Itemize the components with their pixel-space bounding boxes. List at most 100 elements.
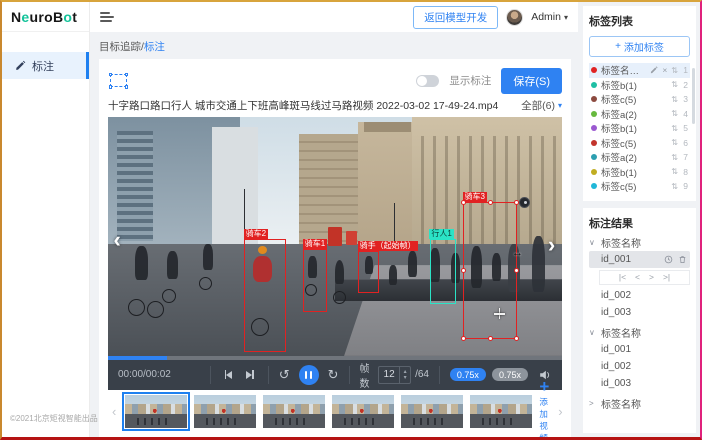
speed-pill-active[interactable]: 0.75x xyxy=(450,368,486,381)
annotation-results-card: 标注结果 ∨标签名称 id_001 |< < > >| id_002 id_00… xyxy=(583,208,696,434)
annotation-box[interactable]: 骑手（起始帧） xyxy=(358,251,379,293)
nav-next-button[interactable]: > xyxy=(649,272,654,282)
sidebar: NeuroBot 标注 ©2021北京矩视智能出品 xyxy=(2,2,90,437)
tag-name: 标签c(5) xyxy=(601,136,667,150)
sort-updown-icon[interactable]: ⇅ xyxy=(671,153,678,162)
delete-tag-icon[interactable]: × xyxy=(662,65,667,75)
sort-updown-icon[interactable]: ⇅ xyxy=(671,167,678,176)
scene-person xyxy=(335,260,344,284)
resize-handle[interactable] xyxy=(488,336,493,341)
scene-bus xyxy=(328,227,342,246)
video-thumbnail-selected[interactable] xyxy=(125,395,187,428)
sidebar-item-annotate[interactable]: 标注 xyxy=(2,52,89,79)
speed-pill-secondary[interactable]: 0.75x xyxy=(492,368,528,381)
filter-dropdown[interactable]: 全部(6)▾ xyxy=(521,98,562,113)
tag-list-item[interactable]: 标签c(5) ⇅ 9 xyxy=(589,179,690,194)
tag-color-dot xyxy=(591,111,597,117)
forward-10-icon[interactable]: ↻ xyxy=(328,368,339,381)
video-thumbnail[interactable] xyxy=(470,395,532,428)
avatar[interactable] xyxy=(506,9,523,26)
annotation-box[interactable]: 行人1 xyxy=(430,239,456,304)
frame-number-value[interactable]: 12 xyxy=(379,369,399,380)
annotation-box-selected[interactable]: 骑车3 xyxy=(463,202,517,340)
playback-group: ↺ ↻ xyxy=(279,365,339,385)
sort-updown-icon[interactable]: ⇅ xyxy=(671,124,678,133)
pause-button[interactable] xyxy=(299,365,319,385)
tag-list-item[interactable]: 标签a(2) ⇅ 7 xyxy=(589,150,690,165)
frame-number-input[interactable]: 12 ▴▾ xyxy=(378,366,411,384)
resize-handle[interactable] xyxy=(461,200,466,205)
back-to-model-dev-button[interactable]: 返回模型开发 xyxy=(413,6,498,29)
tag-shortcut: 1 xyxy=(682,65,688,75)
resize-handle[interactable] xyxy=(514,200,519,205)
tag-list-item[interactable]: 标签c(5) ⇅ 6 xyxy=(589,136,690,151)
result-item[interactable]: id_002 xyxy=(589,287,690,304)
result-item[interactable]: id_002 xyxy=(589,358,690,375)
scene-bike-wheel xyxy=(147,301,164,318)
logo-part: t xyxy=(72,9,77,25)
add-video-button[interactable]: + 添加视频 xyxy=(539,392,549,430)
tag-shortcut: 5 xyxy=(682,123,688,133)
bounding-box-tool-icon[interactable] xyxy=(110,74,127,87)
edit-tag-icon[interactable] xyxy=(650,66,658,74)
menu-collapse-icon[interactable] xyxy=(100,12,114,22)
resize-handle[interactable] xyxy=(488,200,493,205)
frame-stepper[interactable]: ▴▾ xyxy=(399,367,410,383)
annotation-box[interactable]: 骑车2 xyxy=(244,239,286,352)
nav-first-button[interactable]: |< xyxy=(619,272,626,282)
result-group-header[interactable]: ∨标签名称 xyxy=(589,234,690,251)
sort-updown-icon[interactable]: ⇅ xyxy=(671,138,678,147)
tag-list-item[interactable]: 标签b(1) ⇅ 2 xyxy=(589,78,690,93)
result-item-selected[interactable]: id_001 xyxy=(589,251,690,268)
result-item[interactable]: id_003 xyxy=(589,375,690,392)
video-thumbnail[interactable] xyxy=(332,395,394,428)
trash-icon[interactable] xyxy=(678,255,687,264)
video-canvas[interactable]: 骑车2 骑车1 骑手（起始帧） 行人1 骑车3 xyxy=(108,117,562,356)
scrollbar-thumb[interactable] xyxy=(692,68,695,124)
scene-person xyxy=(203,244,213,270)
video-thumbnail[interactable] xyxy=(401,395,463,428)
annotation-box[interactable]: 骑车1 xyxy=(303,249,327,312)
tag-list-item[interactable]: 标签b(1) ⇅ 5 xyxy=(589,121,690,136)
thumbs-left-chevron-icon[interactable]: ‹ xyxy=(110,404,118,419)
sort-updown-icon[interactable]: ⇅ xyxy=(671,182,678,191)
scene-building xyxy=(117,131,153,241)
show-annotation-toggle[interactable] xyxy=(416,75,439,87)
video-next-chevron-icon[interactable]: › xyxy=(548,234,555,256)
stepper-down-icon[interactable]: ▾ xyxy=(404,375,407,381)
next-frame-button[interactable] xyxy=(246,370,254,379)
user-menu[interactable]: Admin▾ xyxy=(531,11,568,23)
scene-person xyxy=(135,246,148,280)
tag-list-item[interactable]: 标签c(5) ⇅ 3 xyxy=(589,92,690,107)
tag-list-item[interactable]: 标签a(2) ⇅ 4 xyxy=(589,107,690,122)
thumbs-right-chevron-icon[interactable]: › xyxy=(556,404,564,419)
sort-updown-icon[interactable]: ⇅ xyxy=(671,109,678,118)
video-prev-chevron-icon[interactable]: ‹ xyxy=(113,229,120,251)
result-group-header-collapsed[interactable]: >标签名称 xyxy=(589,395,690,412)
annotation-box-label: 骑车2 xyxy=(244,229,268,239)
twisty-open-icon: ∨ xyxy=(589,238,597,247)
track-history-icon[interactable] xyxy=(664,255,673,264)
annotation-toolbar: 显示标注 保存(S) xyxy=(108,65,562,96)
pencil-icon xyxy=(15,60,26,71)
main-column: 返回模型开发 Admin▾ 目标追踪/标注 显示标注 保存(S) 十字路口 xyxy=(90,2,578,437)
video-thumbnail[interactable] xyxy=(263,395,325,428)
prev-frame-button[interactable] xyxy=(225,370,233,379)
tag-list-item[interactable]: 标签名字最长数... × ⇅ 1 xyxy=(589,63,690,78)
result-item[interactable]: id_003 xyxy=(589,304,690,321)
result-item[interactable]: id_001 xyxy=(589,341,690,358)
video-title-row: 十字路口路口行人 城市交通上下班高峰斑马线过马路视频 2022-03-02 17… xyxy=(108,96,562,114)
sort-updown-icon[interactable]: ⇅ xyxy=(671,80,678,89)
add-tag-button[interactable]: +添加标签 xyxy=(589,36,690,57)
sort-updown-icon[interactable]: ⇅ xyxy=(671,66,678,75)
rewind-10-icon[interactable]: ↺ xyxy=(279,368,290,381)
result-group-header[interactable]: ∨标签名称 xyxy=(589,324,690,341)
video-thumbnail[interactable] xyxy=(194,395,256,428)
nav-last-button[interactable]: >| xyxy=(663,272,670,282)
save-button[interactable]: 保存(S) xyxy=(501,68,562,94)
sort-updown-icon[interactable]: ⇅ xyxy=(671,95,678,104)
nav-prev-button[interactable]: < xyxy=(635,272,640,282)
tag-list-item[interactable]: 标签b(1) ⇅ 8 xyxy=(589,165,690,180)
breadcrumb-parent[interactable]: 目标追踪 xyxy=(99,41,141,53)
resize-handle[interactable] xyxy=(461,268,466,273)
